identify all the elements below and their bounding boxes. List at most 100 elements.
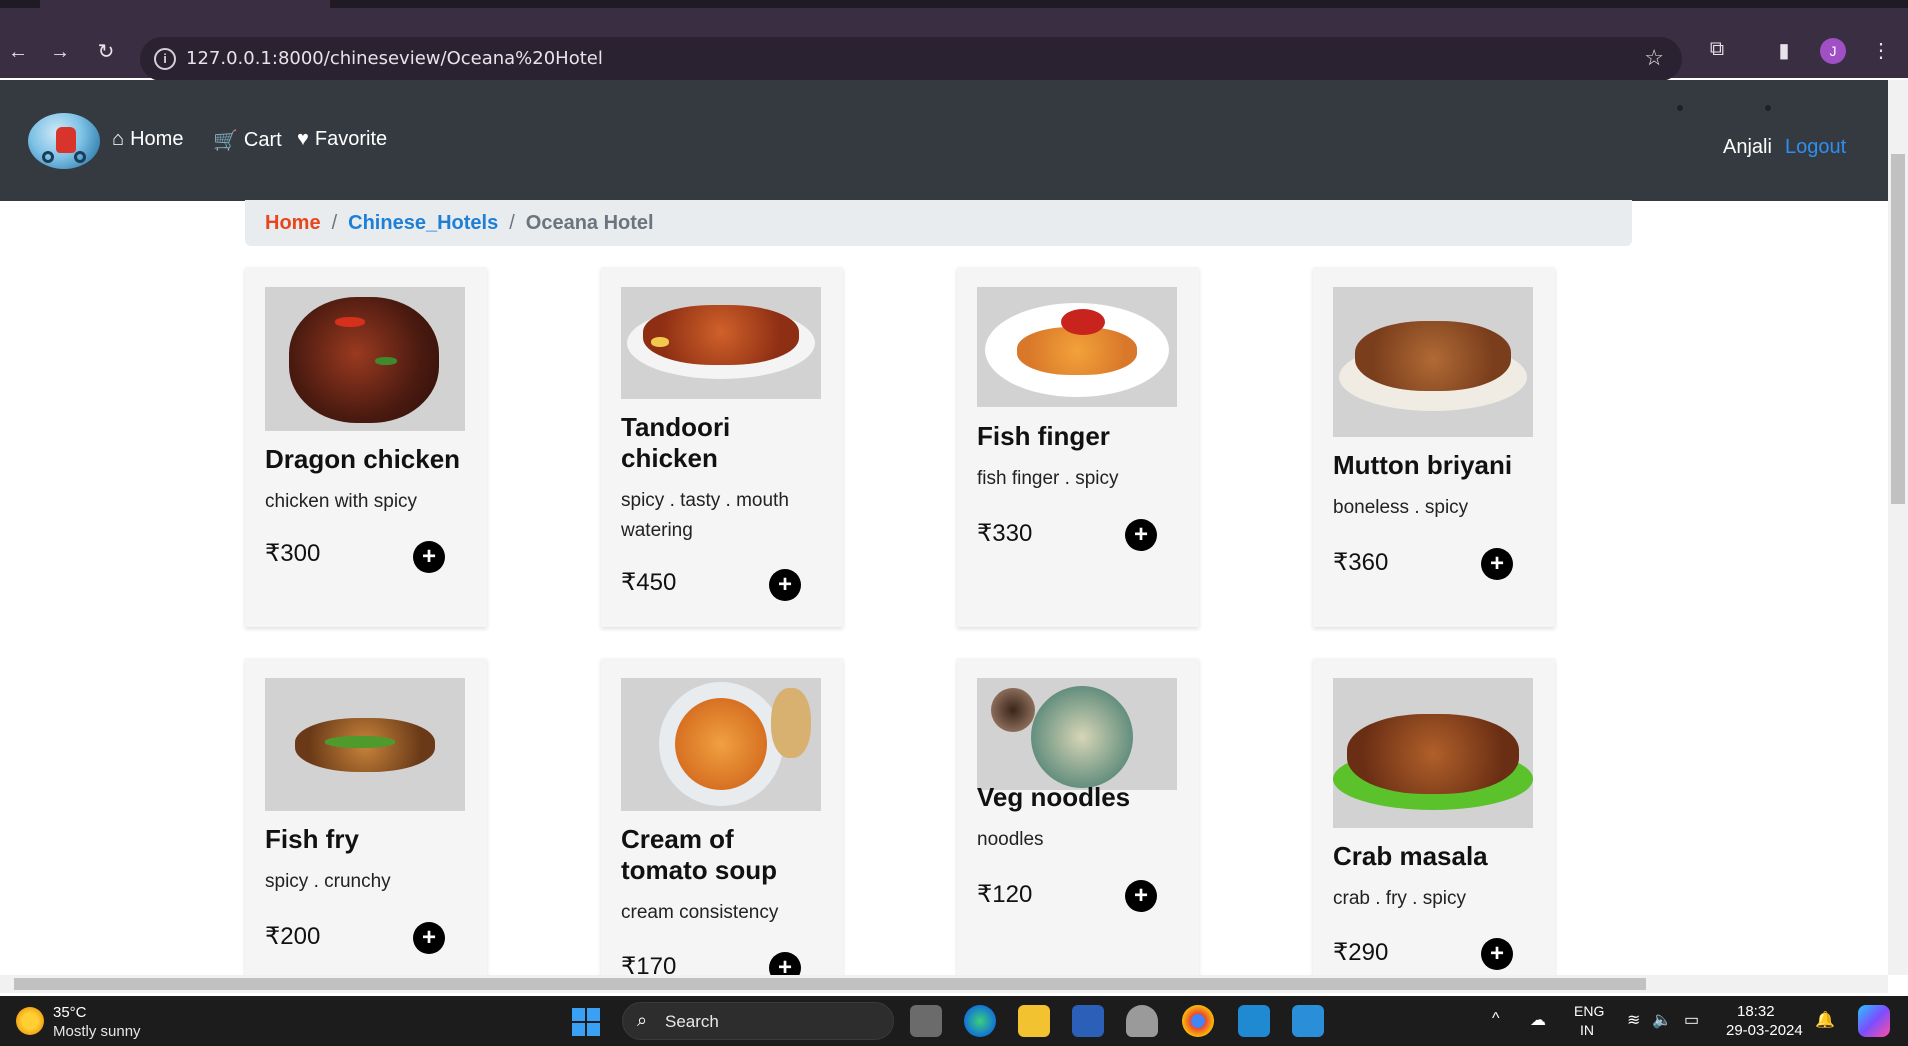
food-image-fish-fry: [265, 678, 465, 811]
item-description: cream consistency: [621, 902, 779, 923]
item-price: ₹290: [1333, 939, 1389, 966]
add-to-cart-button[interactable]: +: [769, 569, 801, 601]
nav-home-link[interactable]: ⌂ Home: [112, 128, 183, 151]
search-icon: ⌕: [637, 1010, 648, 1030]
tray-chevron-icon[interactable]: ^: [1492, 1010, 1500, 1028]
breadcrumb-home[interactable]: Home: [265, 212, 321, 235]
food-image-veg-noodles: [977, 678, 1177, 790]
item-description: spicy . tasty . mouth watering: [621, 490, 789, 541]
item-name: Tandoori chicken: [621, 412, 731, 473]
item-description: chicken with spicy: [265, 491, 418, 512]
region-indicator[interactable]: IN: [1580, 1022, 1594, 1038]
forward-icon[interactable]: →: [48, 40, 72, 64]
taskbar-search-label: Search: [665, 1012, 719, 1031]
weather-temperature[interactable]: 35°C: [53, 1004, 87, 1021]
windows-start-icon[interactable]: [572, 1008, 600, 1036]
item-name: Mutton briyani: [1333, 450, 1513, 480]
site-navbar: ⌂ Home 🛒 Cart ♥ Favorite Anjali Logout: [0, 80, 1888, 201]
food-image-dragon-chicken: [265, 287, 465, 431]
site-logo[interactable]: [28, 113, 100, 169]
nav-cart-link[interactable]: 🛒 Cart: [213, 128, 282, 153]
windows-taskbar: 35°C Mostly sunny ⌕ Search ^ ☁ ENG IN ≋ …: [0, 996, 1908, 1046]
wifi-icon[interactable]: ≋: [1627, 1010, 1640, 1030]
item-name: Fish finger: [977, 421, 1110, 451]
reload-icon[interactable]: ↻: [94, 40, 118, 64]
add-to-cart-button[interactable]: +: [1125, 880, 1157, 912]
food-image-fish-finger: [977, 287, 1177, 407]
decorative-dot: [1765, 105, 1771, 111]
onedrive-icon[interactable]: ☁: [1530, 1010, 1546, 1030]
item-price: ₹450: [621, 569, 677, 596]
notification-bell-icon[interactable]: 🔔: [1815, 1010, 1835, 1030]
decorative-dot: [1677, 105, 1683, 111]
battery-icon[interactable]: ▭: [1684, 1010, 1699, 1030]
item-description: boneless . spicy: [1333, 497, 1469, 518]
taskbar-search[interactable]: ⌕ Search: [622, 1002, 894, 1040]
logout-link[interactable]: Logout: [1785, 136, 1846, 159]
extensions-icon[interactable]: ⧉: [1704, 38, 1730, 64]
menu-card: Cream of tomato soup cream consistency ₹…: [601, 658, 843, 984]
item-description: spicy . crunchy: [265, 871, 391, 892]
item-description: noodles: [977, 829, 1044, 850]
side-panel-icon[interactable]: ▮: [1771, 38, 1797, 64]
item-price: ₹200: [265, 923, 321, 950]
edge-browser-icon[interactable]: [964, 1005, 996, 1037]
food-image-mutton-briyani: [1333, 287, 1533, 437]
item-description: fish finger . spicy: [977, 468, 1119, 489]
food-image-tandoori-chicken: [621, 287, 821, 399]
menu-card: Mutton briyani boneless . spicy ₹360 +: [1313, 267, 1555, 627]
vertical-scrollbar-thumb[interactable]: [1891, 154, 1905, 504]
menu-card: Veg noodles noodles ₹120 +: [957, 658, 1199, 978]
add-to-cart-button[interactable]: +: [413, 541, 445, 573]
site-info-icon[interactable]: i: [154, 48, 176, 70]
add-to-cart-button[interactable]: +: [1125, 519, 1157, 551]
horizontal-scrollbar-thumb[interactable]: [14, 978, 1646, 990]
item-name: Dragon chicken: [265, 444, 461, 474]
weather-description[interactable]: Mostly sunny: [53, 1023, 141, 1040]
item-price: ₹120: [977, 881, 1033, 908]
address-bar[interactable]: i 127.0.0.1:8000/chineseview/Oceana%20Ho…: [140, 37, 1682, 81]
copilot-icon[interactable]: [1858, 1005, 1890, 1037]
item-price: ₹360: [1333, 549, 1389, 576]
item-price: ₹300: [265, 540, 321, 567]
browser-menu-icon[interactable]: ⋮: [1868, 38, 1894, 64]
add-to-cart-button[interactable]: +: [1481, 938, 1513, 970]
clock-time[interactable]: 18:32: [1737, 1003, 1775, 1020]
back-icon[interactable]: ←: [6, 40, 30, 64]
menu-card: Tandoori chicken spicy . tasty . mouth w…: [601, 267, 843, 627]
word-icon[interactable]: [1072, 1005, 1104, 1037]
task-view-icon[interactable]: [910, 1005, 942, 1037]
paint-icon[interactable]: [1292, 1005, 1324, 1037]
weather-sun-icon[interactable]: [16, 1007, 44, 1035]
breadcrumb-separator: /: [509, 211, 515, 234]
breadcrumb-chinese-hotels[interactable]: Chinese_Hotels: [348, 212, 498, 235]
chrome-icon[interactable]: [1182, 1005, 1214, 1037]
cart-icon: 🛒: [213, 130, 238, 152]
item-name: Veg noodles: [977, 782, 1131, 812]
url-text[interactable]: 127.0.0.1:8000/chineseview/Oceana%20Hote…: [186, 48, 603, 69]
vscode-icon[interactable]: [1238, 1005, 1270, 1037]
item-price: ₹330: [977, 520, 1033, 547]
language-indicator[interactable]: ENG: [1574, 1003, 1604, 1019]
user-name: Anjali: [1723, 136, 1772, 158]
browser-tab[interactable]: [40, 0, 330, 8]
heart-icon: ♥: [297, 128, 309, 150]
breadcrumb-separator: /: [331, 211, 338, 234]
browser-tab-strip: [0, 0, 1908, 8]
clock-date[interactable]: 29-03-2024: [1726, 1022, 1803, 1039]
item-name: Cream of tomato soup: [621, 824, 777, 885]
nav-favorite-label: Favorite: [314, 128, 388, 150]
volume-icon[interactable]: 🔈: [1652, 1010, 1672, 1030]
browser-toolbar: ← → ↻ i 127.0.0.1:8000/chineseview/Ocean…: [0, 8, 1908, 81]
menu-card: Fish fry spicy . crunchy ₹200 +: [245, 658, 487, 978]
nav-favorite-link[interactable]: ♥ Favorite: [297, 128, 387, 151]
item-name: Crab masala: [1333, 841, 1488, 871]
add-to-cart-button[interactable]: +: [413, 922, 445, 954]
nav-cart-label: Cart: [243, 129, 282, 151]
database-icon[interactable]: [1126, 1005, 1158, 1037]
breadcrumb-current: Oceana Hotel: [525, 211, 654, 234]
add-to-cart-button[interactable]: +: [1481, 548, 1513, 580]
bookmark-star-icon[interactable]: ☆: [1644, 45, 1664, 71]
profile-avatar[interactable]: J: [1820, 38, 1846, 64]
file-explorer-icon[interactable]: [1018, 1005, 1050, 1037]
